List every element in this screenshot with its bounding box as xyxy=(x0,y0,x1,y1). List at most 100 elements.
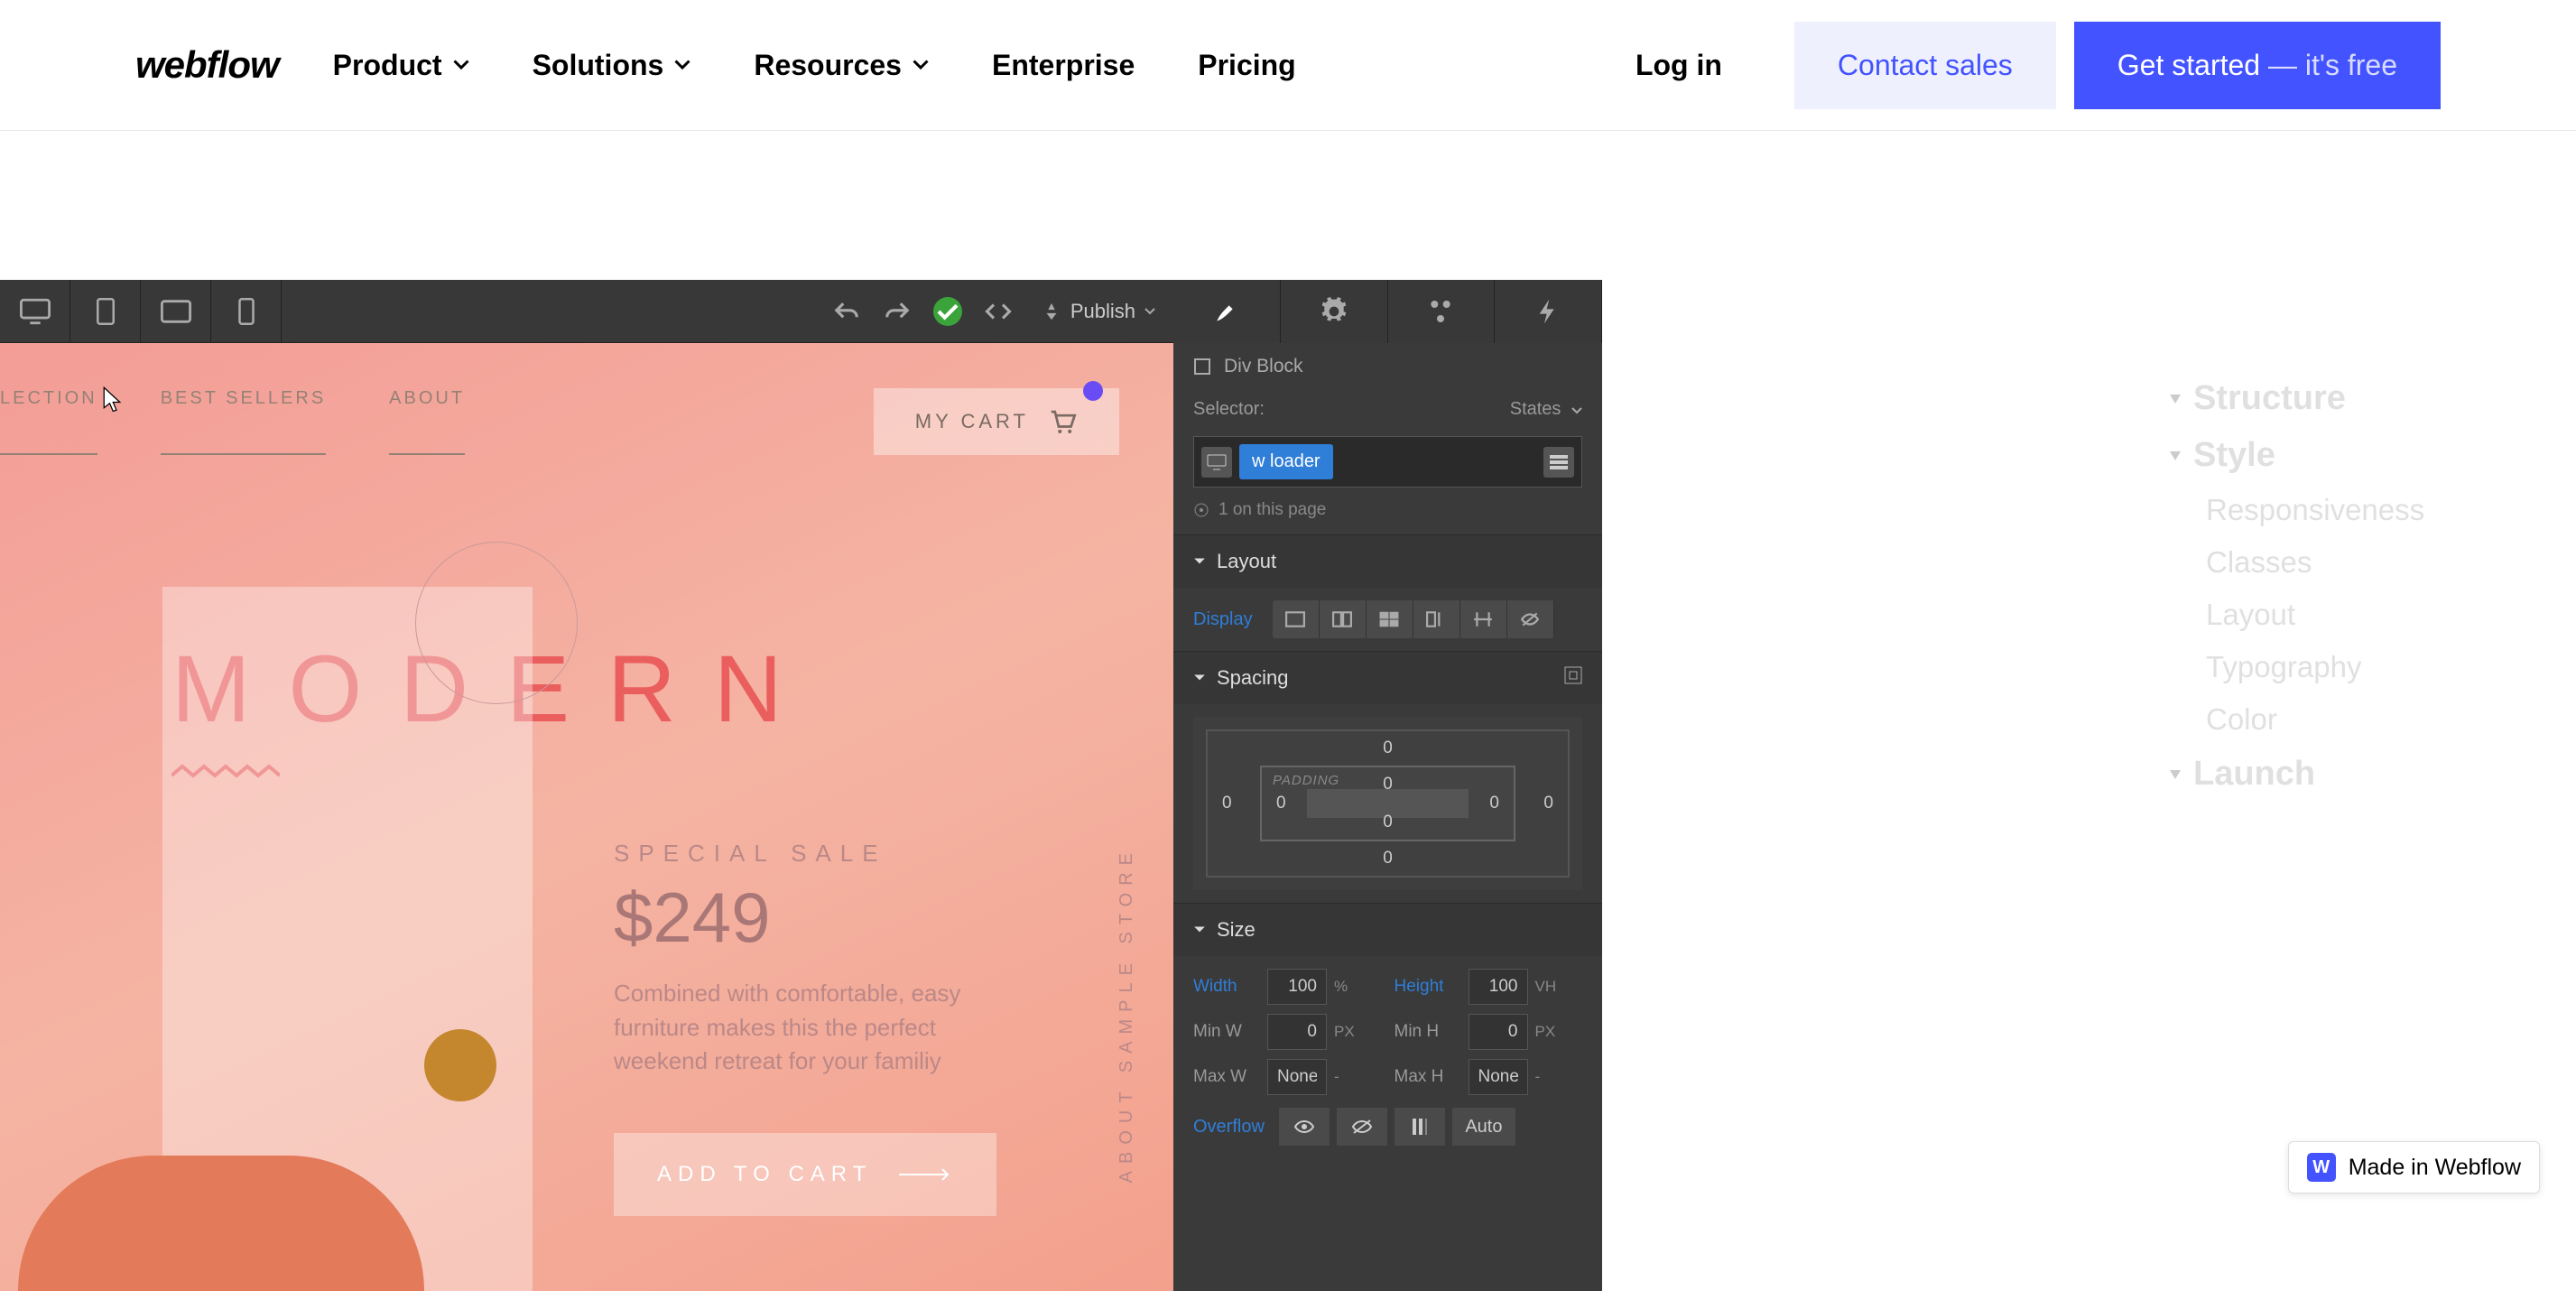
maxw-input[interactable] xyxy=(1267,1059,1327,1095)
width-input[interactable] xyxy=(1267,969,1327,1005)
minw-label: Min W xyxy=(1193,1022,1260,1042)
class-tag[interactable]: w loader xyxy=(1239,444,1333,479)
states-dropdown[interactable]: States xyxy=(1510,399,1582,420)
login-link[interactable]: Log in xyxy=(1635,49,1722,82)
sidebar-item-classes[interactable]: Classes xyxy=(2170,536,2459,589)
selector-input[interactable]: w loader xyxy=(1193,436,1582,488)
nav-pricing[interactable]: Pricing xyxy=(1198,49,1295,82)
height-label: Height xyxy=(1395,977,1461,997)
sidebar-item-layout[interactable]: Layout xyxy=(2170,589,2459,641)
cart-icon xyxy=(1047,408,1078,435)
device-desktop-button[interactable] xyxy=(0,280,70,343)
undo-button[interactable] xyxy=(821,280,872,343)
effects-tab[interactable] xyxy=(1495,280,1602,343)
vertical-about-text: ABOUT SAMPLE STORE xyxy=(1117,846,1137,1183)
special-label: SPECIAL SALE xyxy=(614,840,1119,868)
caret-down-icon xyxy=(1193,673,1206,683)
mycart-button[interactable]: MY CART xyxy=(874,388,1119,455)
chevron-down-icon xyxy=(674,57,690,73)
spacing-expand-button[interactable] xyxy=(1564,666,1582,690)
margin-left[interactable]: 0 xyxy=(1222,794,1232,813)
overflow-scroll-button[interactable] xyxy=(1395,1108,1445,1146)
style-tab[interactable] xyxy=(1173,280,1281,343)
settings-tab[interactable] xyxy=(1281,280,1388,343)
padding-box[interactable]: PADDING 0 0 0 0 xyxy=(1260,766,1515,841)
device-tablet-button[interactable] xyxy=(70,280,141,343)
minh-unit[interactable]: PX xyxy=(1535,1023,1564,1041)
redo-button[interactable] xyxy=(872,280,922,343)
caret-down-icon xyxy=(1193,925,1206,934)
height-unit[interactable]: VH xyxy=(1535,978,1564,996)
canvas-nav-bestsellers[interactable]: BEST SELLERS xyxy=(161,388,326,455)
add-to-cart-button[interactable]: ADD TO CART xyxy=(614,1133,996,1216)
canvas-nav-about[interactable]: ABOUT xyxy=(389,388,465,455)
overflow-label: Overflow xyxy=(1193,1117,1265,1138)
made-in-webflow-badge[interactable]: W Made in Webflow xyxy=(2288,1141,2540,1193)
navigator-toggle-button[interactable] xyxy=(1543,447,1574,478)
overflow-hidden-button[interactable] xyxy=(1337,1108,1387,1146)
margin-bottom[interactable]: 0 xyxy=(1383,849,1393,868)
device-tablet-landscape-button[interactable] xyxy=(141,280,211,343)
padding-bottom[interactable]: 0 xyxy=(1383,813,1393,832)
display-block-button[interactable] xyxy=(1273,600,1320,638)
minw-unit[interactable]: PX xyxy=(1334,1023,1363,1041)
sidebar-item-typography[interactable]: Typography xyxy=(2170,641,2459,693)
margin-top[interactable]: 0 xyxy=(1383,738,1393,758)
chevron-down-icon xyxy=(913,57,929,73)
display-flex-button[interactable] xyxy=(1320,600,1367,638)
sidebar-item-style[interactable]: Style xyxy=(2170,427,2459,484)
padding-right[interactable]: 0 xyxy=(1489,794,1499,813)
interactions-tab[interactable] xyxy=(1388,280,1496,343)
logo[interactable]: webflow xyxy=(135,43,279,87)
sidebar-item-color[interactable]: Color xyxy=(2170,693,2459,746)
caret-down-icon xyxy=(1193,557,1206,566)
height-input[interactable] xyxy=(1469,969,1528,1005)
minh-input[interactable] xyxy=(1469,1014,1528,1050)
maxw-unit[interactable]: - xyxy=(1334,1068,1363,1086)
designer-body: LECTION BEST SELLERS ABOUT MY CART MODER… xyxy=(0,343,1602,1291)
canvas-nav-collection[interactable]: LECTION xyxy=(0,388,97,455)
display-row: Display xyxy=(1193,600,1582,638)
publish-button[interactable]: Publish xyxy=(1024,300,1173,323)
sidebar-item-structure[interactable]: Structure xyxy=(2170,370,2459,427)
sidebar-item-launch[interactable]: Launch xyxy=(2170,746,2459,803)
maxh-unit[interactable]: - xyxy=(1535,1068,1564,1086)
display-inline-button[interactable] xyxy=(1460,600,1507,638)
caret-icon xyxy=(2170,395,2181,404)
layout-header[interactable]: Layout xyxy=(1173,535,1602,588)
spacing-header[interactable]: Spacing xyxy=(1173,652,1602,704)
padding-top[interactable]: 0 xyxy=(1383,775,1393,794)
nav-product[interactable]: Product xyxy=(333,49,469,82)
display-grid-button[interactable] xyxy=(1367,600,1413,638)
size-section: Size Width% HeightVH Min WPX Min HPX Max… xyxy=(1173,903,1602,1158)
maxh-label: Max H xyxy=(1395,1067,1461,1087)
get-started-button[interactable]: Get started — it's free xyxy=(2074,22,2441,109)
padding-left[interactable]: 0 xyxy=(1276,794,1286,813)
display-label: Display xyxy=(1193,609,1253,630)
size-header[interactable]: Size xyxy=(1173,904,1602,956)
margin-right[interactable]: 0 xyxy=(1543,794,1553,813)
sidebar-item-responsiveness[interactable]: Responsiveness xyxy=(2170,484,2459,536)
overflow-visible-button[interactable] xyxy=(1279,1108,1330,1146)
nav-solutions[interactable]: Solutions xyxy=(533,49,691,82)
device-mobile-button[interactable] xyxy=(211,280,282,343)
minw-input[interactable] xyxy=(1267,1014,1327,1050)
width-unit[interactable]: % xyxy=(1334,978,1363,996)
nav-enterprise[interactable]: Enterprise xyxy=(992,49,1135,82)
selector-label: Selector: xyxy=(1193,399,1265,420)
overflow-auto-button[interactable]: Auto xyxy=(1452,1108,1515,1146)
display-inlineblock-button[interactable] xyxy=(1413,600,1460,638)
price: $249 xyxy=(614,877,1119,959)
cart-badge-dot xyxy=(1083,381,1103,401)
caret-icon xyxy=(2170,770,2181,779)
get-started-label: Get started xyxy=(2117,49,2260,81)
code-toggle-button[interactable] xyxy=(973,280,1024,343)
canvas[interactable]: LECTION BEST SELLERS ABOUT MY CART MODER… xyxy=(0,343,1173,1291)
square-icon xyxy=(1193,358,1211,376)
nav-resources[interactable]: Resources xyxy=(754,49,929,82)
margin-box[interactable]: 0 0 0 0 PADDING 0 0 0 0 xyxy=(1206,729,1570,878)
maxh-input[interactable] xyxy=(1469,1059,1528,1095)
contact-sales-button[interactable]: Contact sales xyxy=(1794,22,2056,109)
vase-image xyxy=(424,1029,496,1101)
display-none-button[interactable] xyxy=(1507,600,1554,638)
